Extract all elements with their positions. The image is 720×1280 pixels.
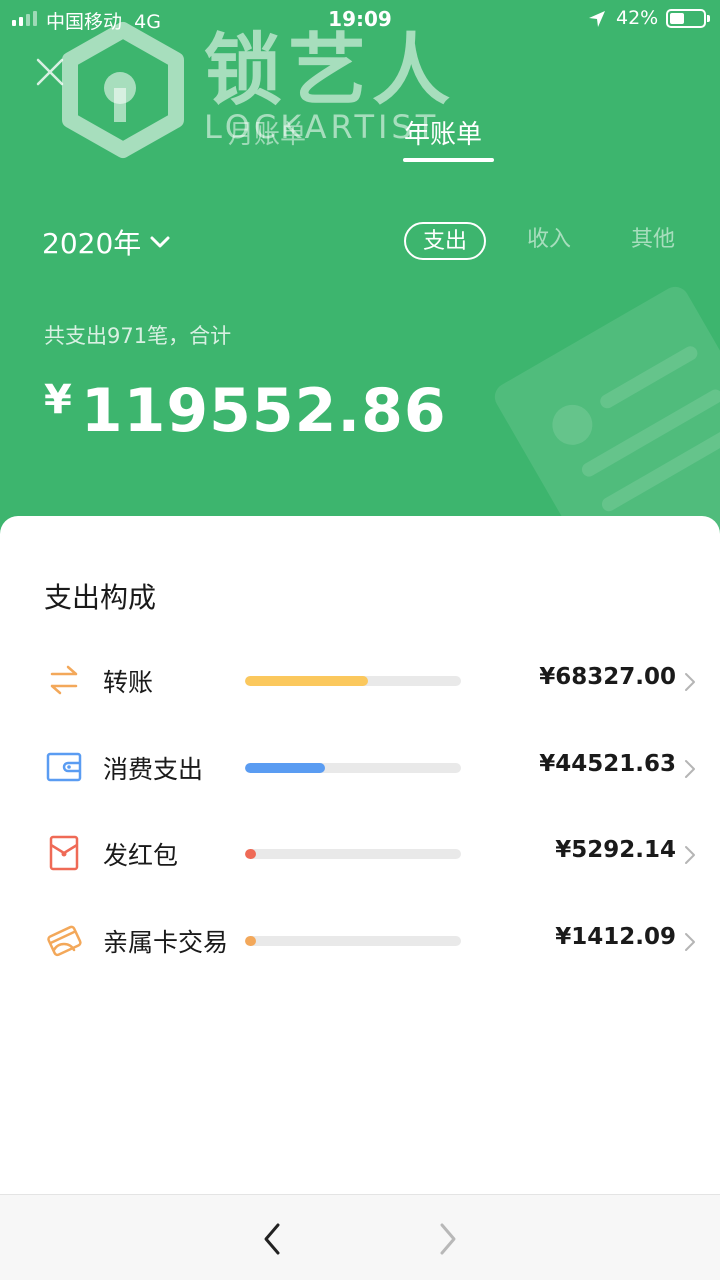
progress-fill — [245, 936, 256, 946]
breakdown-title: 支出构成 — [44, 581, 157, 614]
bottom-navigation — [0, 1194, 720, 1280]
list-item[interactable]: 转账 ¥68327.00 — [0, 656, 720, 706]
progress-track — [245, 849, 461, 859]
item-amount: ¥1412.09 — [555, 924, 676, 950]
item-label: 消费支出 — [103, 755, 204, 784]
summary-text: 共支出971笔，合计 — [44, 324, 232, 348]
expense-breakdown-card: 支出构成 转账 ¥68327.00 消费支出 ¥44521.63 发红包 ¥52… — [0, 516, 720, 1196]
filter-expense[interactable]: 支出 — [404, 222, 486, 260]
battery-icon — [666, 9, 710, 28]
back-arrow-icon[interactable] — [258, 1219, 286, 1259]
item-label: 转账 — [103, 668, 154, 697]
chevron-right-icon — [685, 673, 695, 691]
forward-arrow-icon[interactable] — [434, 1219, 462, 1259]
progress-track — [245, 763, 461, 773]
progress-fill — [245, 849, 256, 859]
item-amount: ¥5292.14 — [555, 837, 676, 863]
tab-yearly-bill[interactable]: 年账单 — [404, 114, 482, 151]
filter-other[interactable]: 其他 — [631, 222, 675, 260]
family-card-icon — [47, 925, 82, 957]
progress-track — [245, 936, 461, 946]
list-item[interactable]: 亲属卡交易 ¥1412.09 — [0, 916, 720, 966]
tab-monthly-bill[interactable]: 月账单 — [228, 114, 306, 151]
chevron-right-icon — [685, 933, 695, 951]
list-item[interactable]: 发红包 ¥5292.14 — [0, 829, 720, 879]
currency-symbol: ¥ — [44, 377, 73, 423]
chevron-down-icon — [150, 236, 170, 248]
year-selector[interactable]: 2020年 — [42, 222, 171, 262]
item-amount: ¥44521.63 — [539, 751, 676, 777]
close-icon[interactable] — [34, 56, 66, 88]
item-label: 亲属卡交易 — [103, 928, 229, 957]
progress-track — [245, 676, 461, 686]
chevron-right-icon — [685, 760, 695, 778]
location-arrow-icon — [589, 11, 605, 27]
item-amount: ¥68327.00 — [539, 664, 676, 690]
battery-percent: 42% — [616, 7, 659, 29]
progress-fill — [245, 676, 369, 686]
wallet-icon — [46, 752, 82, 782]
list-item[interactable]: 消费支出 ¥44521.63 — [0, 743, 720, 793]
header-area: 中国移动 4G 19:09 42% 锁艺人 LOCKARTIST 月账单 年账单… — [0, 0, 720, 560]
total-value: 119552.86 — [80, 376, 447, 446]
red-packet-icon — [49, 835, 79, 871]
chevron-right-icon — [685, 846, 695, 864]
watermark-title: 锁艺人 — [204, 26, 457, 116]
filter-income[interactable]: 收入 — [527, 222, 571, 260]
progress-fill — [245, 763, 326, 773]
active-tab-indicator — [403, 158, 494, 162]
item-label: 发红包 — [103, 841, 179, 870]
transfer-icon — [50, 665, 78, 695]
total-amount: ¥119552.86 — [44, 376, 447, 446]
watermark-logo-icon — [62, 22, 184, 158]
year-label: 2020年 — [42, 227, 142, 260]
